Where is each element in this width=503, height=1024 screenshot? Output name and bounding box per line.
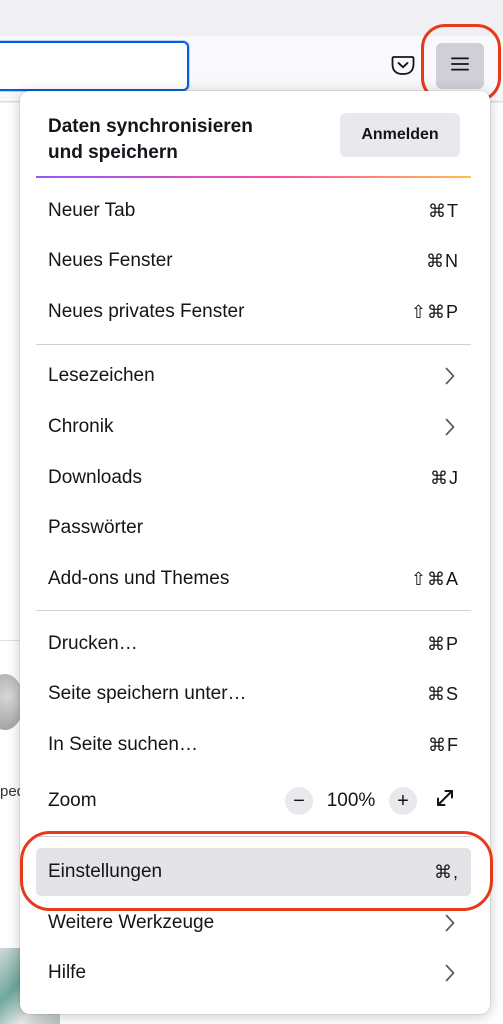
menu-item-label: Hilfe <box>48 962 87 983</box>
zoom-out-button[interactable]: − <box>285 787 313 815</box>
menu-item-new-tab[interactable]: Neuer Tab ⌘T <box>36 187 471 235</box>
fullscreen-button[interactable] <box>431 787 459 815</box>
menu-item-shortcut: ⇧⌘A <box>410 568 459 589</box>
menu-item-find-in-page[interactable]: In Seite suchen… ⌘F <box>36 721 471 769</box>
zoom-in-button[interactable]: + <box>389 787 417 815</box>
menu-item-shortcut: ⌘P <box>426 633 459 654</box>
sync-title: Daten synchronisieren und speichern <box>48 116 253 163</box>
fullscreen-arrows-icon <box>435 788 455 814</box>
menu-item-shortcut: ⌘J <box>430 467 459 488</box>
menu-separator <box>36 610 471 611</box>
chevron-right-icon <box>445 417 459 437</box>
menu-item-bookmarks[interactable]: Lesezeichen <box>36 352 471 400</box>
menu-item-label: In Seite suchen… <box>48 734 198 755</box>
menu-item-label: Add-ons und Themes <box>48 568 230 589</box>
menu-item-zoom: Zoom − 100% + <box>36 777 471 825</box>
menu-item-passwords[interactable]: Passwörter <box>36 504 471 552</box>
menu-item-label: Downloads <box>48 467 142 488</box>
pocket-icon <box>391 54 415 81</box>
menu-item-label: Einstellungen <box>48 861 163 882</box>
menu-item-shortcut: ⌘T <box>428 200 459 221</box>
zoom-reset-button[interactable]: 100% <box>313 790 389 812</box>
menu-item-shortcut: ⇧⌘P <box>410 301 459 322</box>
menu-item-addons-themes[interactable]: Add-ons und Themes ⇧⌘A <box>36 555 471 603</box>
tab-strip <box>0 0 503 36</box>
menu-item-label: Neuer Tab <box>48 200 136 221</box>
url-bar[interactable] <box>0 41 189 91</box>
menu-item-shortcut: ⌘, <box>433 861 459 882</box>
menu-item-shortcut: ⌘N <box>426 250 459 271</box>
menu-item-label: Lesezeichen <box>48 365 155 386</box>
menu-item-label: Neues Fenster <box>48 250 173 271</box>
menu-item-save-page[interactable]: Seite speichern unter… ⌘S <box>36 670 471 718</box>
menu-item-settings[interactable]: Einstellungen ⌘, <box>36 848 471 896</box>
menu-separator <box>36 344 471 345</box>
menu-item-label: Zoom <box>48 790 97 811</box>
menu-item-help[interactable]: Hilfe <box>36 949 471 997</box>
menu-item-label: Passwörter <box>48 517 144 538</box>
menu-item-label: Weitere Werkzeuge <box>48 912 215 933</box>
app-menu-button[interactable] <box>436 43 484 89</box>
sync-section: Daten synchronisieren und speichern Anme… <box>20 91 490 177</box>
menu-separator <box>36 836 471 837</box>
chevron-right-icon <box>445 913 459 933</box>
menu-item-shortcut: ⌘F <box>428 734 459 755</box>
pocket-button[interactable] <box>388 52 418 82</box>
menu-item-new-window[interactable]: Neues Fenster ⌘N <box>36 237 471 285</box>
menu-item-label: Neues privates Fenster <box>48 301 245 322</box>
chevron-right-icon <box>445 366 459 386</box>
menu-item-history[interactable]: Chronik <box>36 403 471 451</box>
menu-item-new-private-window[interactable]: Neues privates Fenster ⇧⌘P <box>36 288 471 336</box>
chevron-right-icon <box>445 963 459 983</box>
hamburger-menu-icon <box>450 56 470 77</box>
sync-gradient-divider <box>36 176 471 178</box>
menu-item-downloads[interactable]: Downloads ⌘J <box>36 454 471 502</box>
menu-item-more-tools[interactable]: Weitere Werkzeuge <box>36 899 471 947</box>
signin-button[interactable]: Anmelden <box>340 113 460 157</box>
menu-item-label: Chronik <box>48 416 114 437</box>
menu-item-print[interactable]: Drucken… ⌘P <box>36 620 471 668</box>
menu-item-label: Drucken… <box>48 633 138 654</box>
menu-item-label: Seite speichern unter… <box>48 683 247 704</box>
menu-item-shortcut: ⌘S <box>426 683 459 704</box>
zoom-controls: − 100% + <box>285 787 459 815</box>
